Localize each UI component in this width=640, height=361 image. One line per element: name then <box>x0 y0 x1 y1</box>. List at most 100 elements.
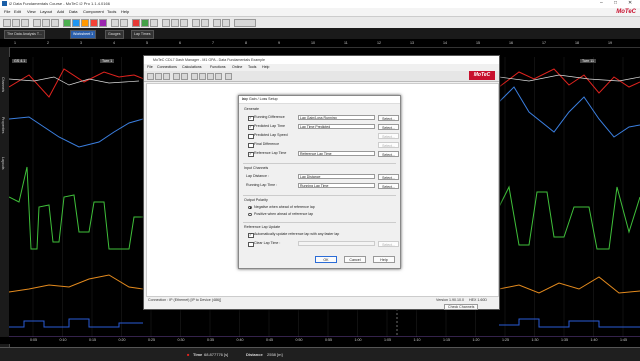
open-icon[interactable] <box>3 19 11 27</box>
ruler-tick: 17 <box>542 41 546 45</box>
track-map-icon[interactable] <box>90 19 98 27</box>
dm-menu-connections[interactable]: Connections <box>157 65 177 69</box>
tab-gauges[interactable]: Gauges <box>105 30 124 39</box>
filter-icon[interactable] <box>201 19 209 27</box>
print-icon[interactable] <box>21 19 29 27</box>
final-difference-checkbox[interactable] <box>248 142 254 148</box>
dm-logging-icon[interactable] <box>215 73 222 80</box>
dm-new-icon[interactable] <box>147 73 154 80</box>
sidebar-properties[interactable]: Properties <box>1 117 5 133</box>
time-axis: 0:05 0:10 0:15 0:20 0:25 0:30 0:35 0:40 0:45 0:50… <box>0 337 640 344</box>
menu-component[interactable]: Component <box>83 9 104 14</box>
overlay-icon[interactable] <box>171 19 179 27</box>
add-component-icon[interactable] <box>63 19 71 27</box>
marker-icon[interactable] <box>162 19 170 27</box>
lap-select-icon[interactable] <box>180 19 188 27</box>
menu-data[interactable]: Data <box>69 9 77 14</box>
dm-display-icon[interactable] <box>199 73 206 80</box>
channel-icon[interactable] <box>222 19 230 27</box>
predicted-lap-time-select-button[interactable]: Select... <box>378 124 399 130</box>
zoom-out-icon[interactable] <box>120 19 128 27</box>
menu-layout[interactable]: Layout <box>40 9 52 14</box>
dm-menu-tools[interactable]: Tools <box>248 65 256 69</box>
auto-update-label: Automatically update reference lap with … <box>254 232 340 236</box>
dm-menu-file[interactable]: File <box>147 65 153 69</box>
menu-tools[interactable]: Tools <box>107 9 116 14</box>
dialog-close-icon[interactable]: ✕ <box>242 97 398 101</box>
menu-edit[interactable]: Edit <box>14 9 21 14</box>
polarity-positive-radio[interactable] <box>248 212 252 216</box>
scatter-icon[interactable] <box>81 19 89 27</box>
graph-label-center: Turn 1 <box>100 59 115 63</box>
histogram-icon[interactable] <box>99 19 107 27</box>
dm-connections-icon[interactable] <box>191 73 198 80</box>
cut-icon[interactable] <box>33 19 41 27</box>
copy-icon[interactable] <box>42 19 50 27</box>
lap-ruler: 1 2 3 4 5 6 7 8 9 10 11 12 13 14 15 16 17 18 19 <box>0 40 640 48</box>
dm-menu-online[interactable]: Online <box>232 65 242 69</box>
menu-file[interactable]: File <box>4 9 10 14</box>
tab-data-analysis[interactable]: The Data Analysis T... <box>4 30 45 39</box>
time-graph-icon[interactable] <box>72 19 80 27</box>
zoom-in-icon[interactable] <box>111 19 119 27</box>
reference-lap-time-checkbox[interactable] <box>248 151 254 157</box>
predicted-lap-time-checkbox[interactable] <box>248 124 254 130</box>
paste-icon[interactable] <box>51 19 59 27</box>
maximize-button[interactable]: □ <box>614 0 617 6</box>
dm-menu-help[interactable]: Help <box>262 65 269 69</box>
tab-lap-times[interactable]: Lap Times <box>131 30 154 39</box>
time-tick: 0:40 <box>236 338 244 342</box>
check-channels-button[interactable]: Check Channels <box>444 304 479 310</box>
predicted-lap-time-field[interactable]: Lap Time Predicted <box>298 124 375 129</box>
help-button[interactable]: Help <box>373 256 395 263</box>
minimize-button[interactable]: – <box>600 0 603 6</box>
reference-lap-time-field[interactable]: Reference Lap Time <box>298 151 375 156</box>
sidebar-layouts[interactable]: Layouts <box>1 157 5 170</box>
time-tick: 0:15 <box>89 338 96 342</box>
tab-worksheet-1[interactable]: Worksheet 1 <box>70 30 97 39</box>
running-difference-checkbox[interactable] <box>248 115 254 121</box>
ruler-tick: 18 <box>575 41 579 45</box>
auto-update-checkbox[interactable] <box>248 232 254 238</box>
menu-help[interactable]: Help <box>121 9 129 14</box>
dm-open-icon[interactable] <box>155 73 162 80</box>
close-button[interactable]: ✕ <box>628 0 632 6</box>
running-difference-label: Running Difference <box>254 115 285 119</box>
running-lap-time-select-button[interactable]: Select... <box>378 183 399 189</box>
polarity-negative-radio[interactable] <box>248 205 252 209</box>
dm-send-icon[interactable] <box>173 73 180 80</box>
clear-lap-time-select-button[interactable]: Select... <box>378 241 399 247</box>
lap-distance-field[interactable]: Lap Distance <box>298 174 375 179</box>
app-icon <box>2 1 7 6</box>
ruler-tick: 8 <box>245 41 247 45</box>
menu-view[interactable]: View <box>27 9 36 14</box>
dm-test-icon[interactable] <box>225 73 232 80</box>
menu-add[interactable]: Add <box>57 9 64 14</box>
play-icon[interactable] <box>132 19 140 27</box>
final-difference-select-button[interactable]: Select... <box>378 142 399 148</box>
predicted-lap-speed-checkbox[interactable] <box>248 133 254 139</box>
clear-lap-time-checkbox[interactable] <box>248 241 254 247</box>
cancel-button[interactable]: Cancel <box>344 256 366 263</box>
running-difference-select-button[interactable]: Select... <box>378 115 399 121</box>
dm-menu-calculations[interactable]: Calculations <box>182 65 202 69</box>
settings-icon[interactable] <box>192 19 200 27</box>
dm-menu-functions[interactable]: Functions <box>210 65 226 69</box>
go-icon[interactable] <box>141 19 149 27</box>
predicted-lap-speed-select-button[interactable]: Select... <box>378 133 399 139</box>
dash-manager-status: Connection : IP (Ethernet) [IP to Device… <box>144 297 499 310</box>
running-difference-field[interactable]: Lap Gain/Loss Running <box>298 115 375 120</box>
math-icon[interactable] <box>213 19 221 27</box>
lap-distance-select-button[interactable]: Select... <box>378 174 399 180</box>
distance-label: Distance <box>246 352 263 357</box>
dropdown-select[interactable] <box>234 19 256 27</box>
ok-button[interactable]: OK <box>315 256 337 263</box>
reference-lap-time-select-button[interactable]: Select... <box>378 151 399 157</box>
sidebar-channels[interactable]: Channels <box>1 77 5 92</box>
dm-get-icon[interactable] <box>181 73 188 80</box>
dm-save-icon[interactable] <box>163 73 170 80</box>
cursor-icon[interactable] <box>150 19 158 27</box>
dm-alarms-icon[interactable] <box>207 73 214 80</box>
save-icon[interactable] <box>12 19 20 27</box>
running-lap-time-field[interactable]: Running Lap Time <box>298 183 375 188</box>
